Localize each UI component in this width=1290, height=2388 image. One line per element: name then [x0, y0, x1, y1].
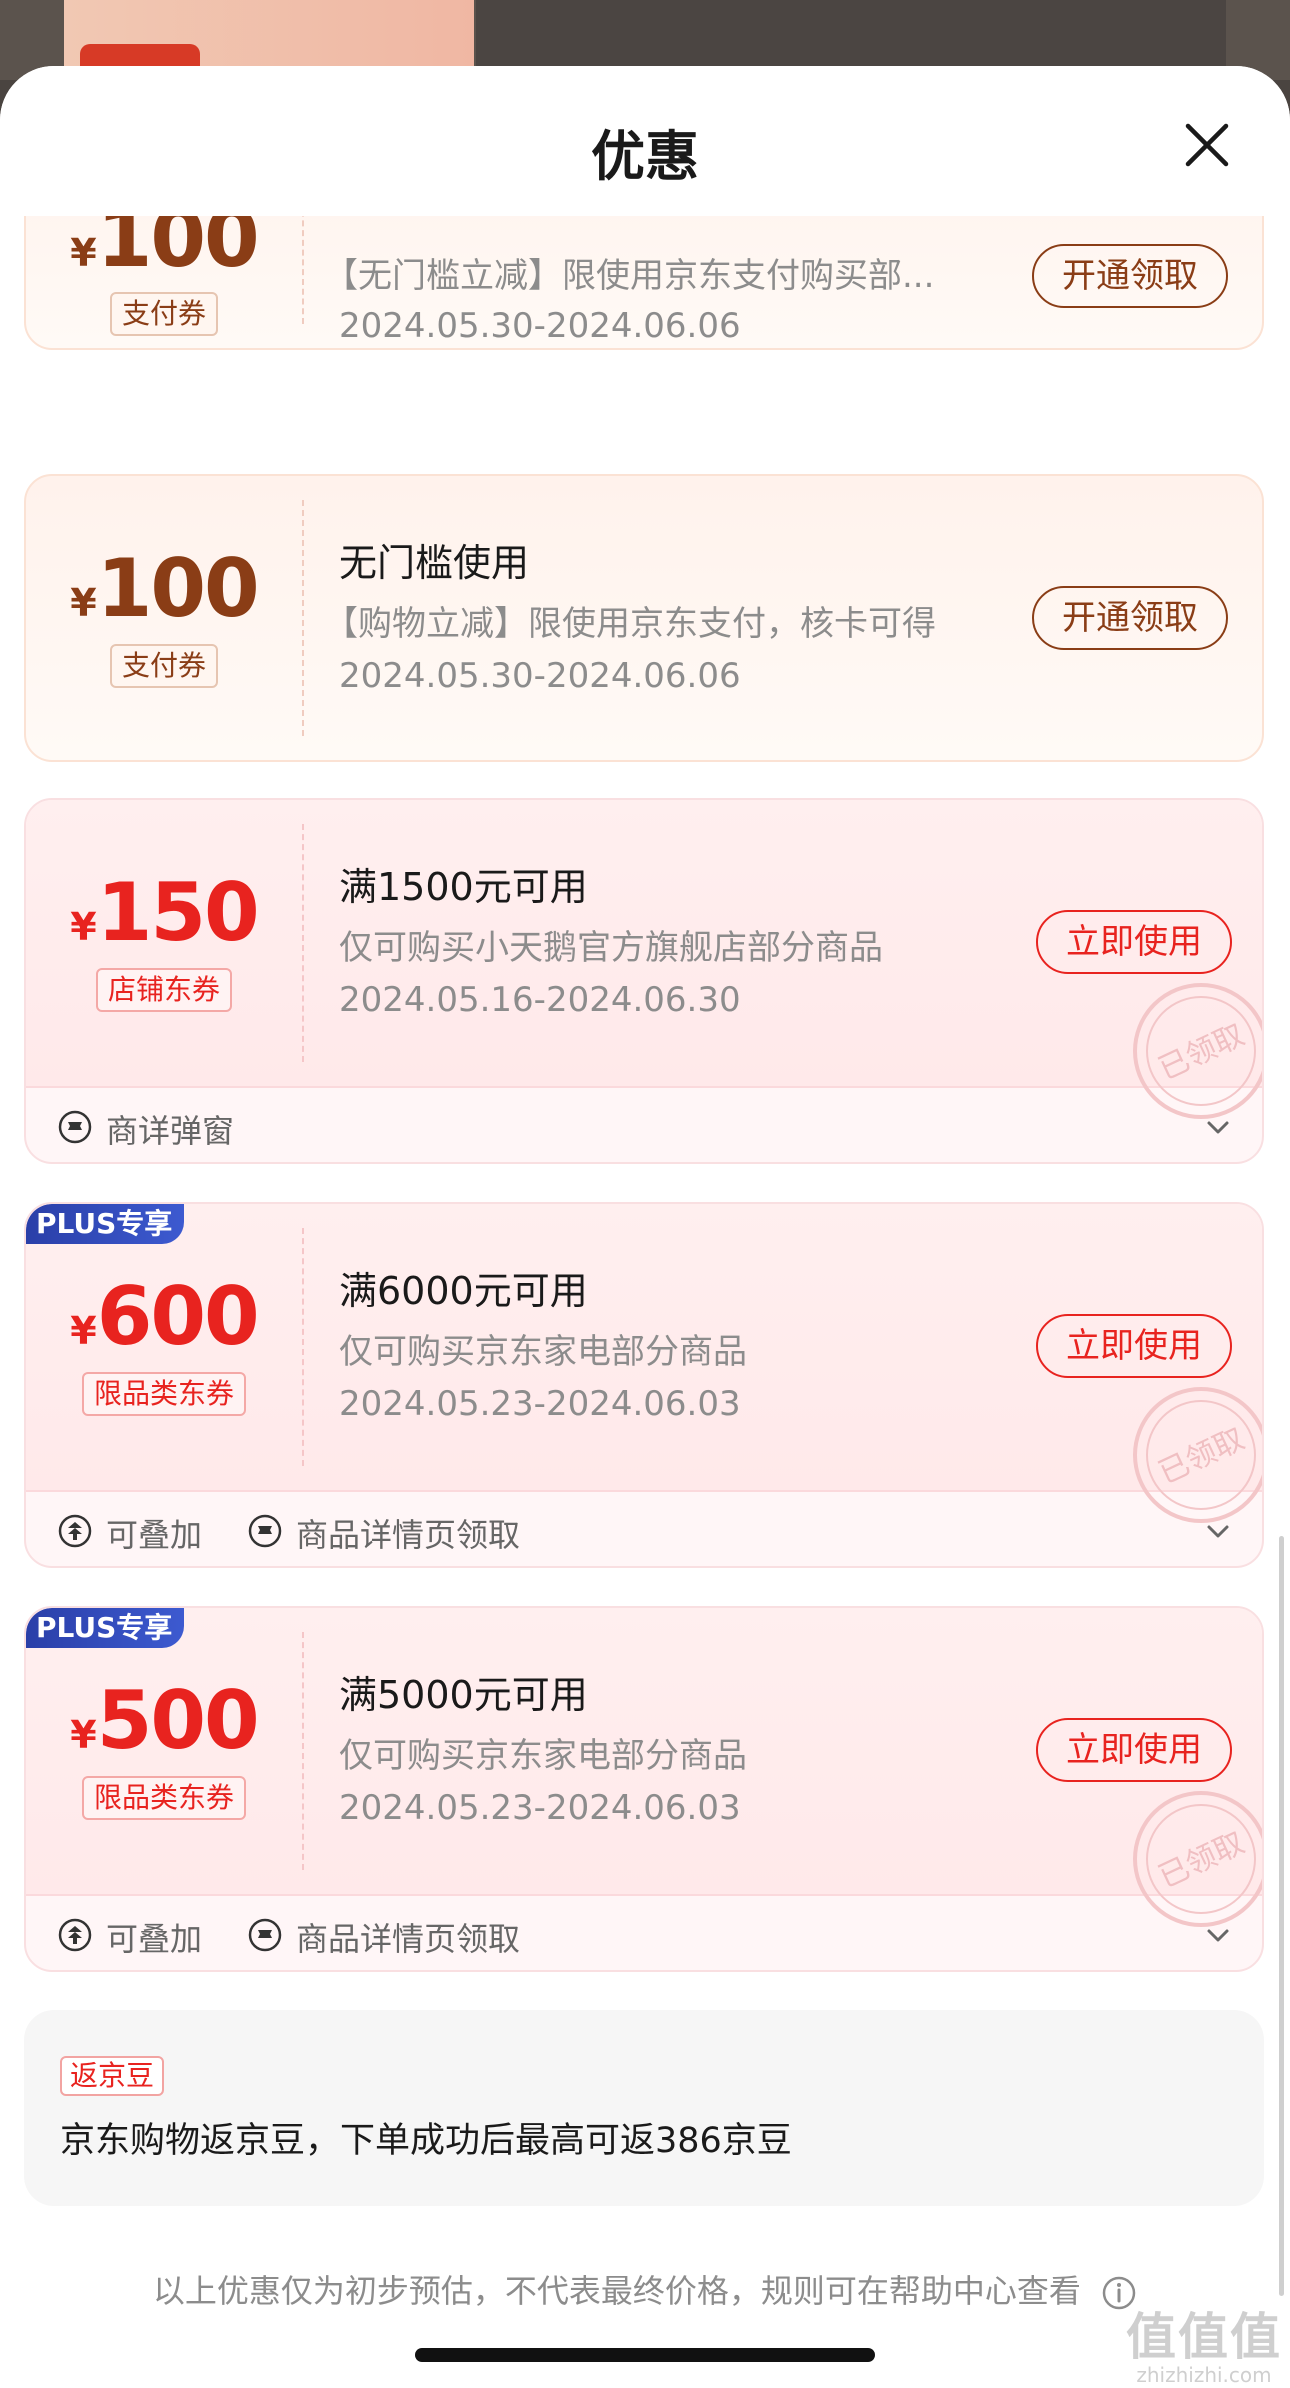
chevron-down-icon[interactable] — [1204, 1921, 1232, 1949]
coupon-dates: 2024.05.30-2024.06.06 — [339, 306, 741, 346]
coupon-dates: 2024.05.23-2024.06.03 — [339, 1384, 741, 1424]
coupon-desc: 【购物立减】限使用京东支付，核卡可得 — [324, 604, 936, 644]
coupon-type-tag: 限品类东券 — [26, 1372, 302, 1416]
svg-text:已领取: 已领取 — [1153, 1825, 1249, 1895]
coupon-desc: 【无门槛立减】限使用京东支付购买部... — [324, 256, 935, 296]
sheet-header: 优惠 — [0, 66, 1290, 216]
coupon-footer[interactable]: 可叠加 商品详情页领取 — [26, 1492, 1262, 1566]
coupon-card-store: ¥150 店铺东券 满1500元可用 仅可购买小天鹅官方旗舰店部分商品 2024… — [24, 798, 1264, 1164]
stackable-label: 可叠加 — [106, 1920, 203, 1958]
use-now-button[interactable]: 立即使用 — [1036, 1314, 1232, 1378]
coupon-title: 满1500元可用 — [339, 865, 588, 909]
coupon-amount: ¥500 — [70, 1674, 259, 1767]
watermark: 值值值 zhizhizhi.com — [1126, 2310, 1282, 2386]
coupon-desc: 仅可购买京东家电部分商品 — [339, 1736, 747, 1776]
coupon-dates: 2024.05.30-2024.06.06 — [339, 656, 741, 696]
svg-text:已领取: 已领取 — [1153, 1421, 1249, 1491]
chevron-down-icon[interactable] — [1204, 1517, 1232, 1545]
watermark-logo: 值值值 — [1126, 2308, 1282, 2366]
coupon-desc: 仅可购买小天鹅官方旗舰店部分商品 — [339, 928, 883, 968]
coupon-source: 商品详情页领取 — [296, 1920, 521, 1958]
coupon-title: 满5000元可用 — [339, 1673, 588, 1717]
close-icon[interactable] — [1180, 118, 1234, 172]
disclaimer-text: 以上优惠仅为初步预估，不代表最终价格，规则可在帮助中心查看 — [152, 2272, 1081, 2310]
coupon-title: 满6000元可用 — [339, 1269, 588, 1313]
coupon-source: 商品详情页领取 — [296, 1516, 521, 1554]
coupon-dates: 2024.05.16-2024.06.30 — [339, 980, 741, 1020]
coupon-amount: ¥150 — [70, 866, 259, 959]
source-icon — [248, 1918, 282, 1952]
activate-claim-button[interactable]: 开通领取 — [1032, 244, 1228, 308]
jingdou-rebate-box: 返京豆 京东购物返京豆，下单成功后最高可返386京豆 — [24, 2010, 1264, 2206]
jingdou-tag: 返京豆 — [60, 2056, 165, 2096]
coupon-card-payment-2: ¥100 支付券 无门槛使用 【购物立减】限使用京东支付，核卡可得 2024.0… — [24, 474, 1264, 762]
sheet-title: 优惠 — [591, 125, 699, 188]
coupon-card-plus-500: PLUS专享 ¥500 限品类东券 满5000元可用 仅可购买京东家电部分商品 … — [24, 1606, 1264, 1972]
home-indicator[interactable] — [415, 2348, 875, 2362]
coupon-footer[interactable]: 可叠加 商品详情页领取 — [26, 1896, 1262, 1970]
coupon-type-tag: 限品类东券 — [26, 1776, 302, 1820]
stack-icon — [58, 1918, 92, 1952]
plus-exclusive-badge: PLUS专享 — [26, 1608, 185, 1648]
disclaimer: 以上优惠仅为初步预估，不代表最终价格，规则可在帮助中心查看 — [0, 2266, 1290, 2312]
coupon-desc: 仅可购买京东家电部分商品 — [339, 1332, 747, 1372]
use-now-button[interactable]: 立即使用 — [1036, 1718, 1232, 1782]
coupon-list[interactable]: ¥100 支付券 【无门槛立减】限使用京东支付购买部... 2024.05.30… — [0, 216, 1290, 2388]
coupon-type-tag: 支付券 — [26, 644, 302, 688]
coupon-amount: ¥100 — [70, 216, 259, 285]
coupon-sheet: 优惠 ¥100 支付券 【无门槛立减】限使用京东支付购买部... 2024.05… — [0, 66, 1290, 2388]
coupon-dates: 2024.05.23-2024.06.03 — [339, 1788, 741, 1828]
coupon-source: 商详弹窗 — [106, 1112, 235, 1150]
activate-claim-button[interactable]: 开通领取 — [1032, 586, 1228, 650]
svg-text:已领取: 已领取 — [1153, 1017, 1249, 1087]
info-icon[interactable] — [1101, 2275, 1137, 2311]
coupon-card-payment-1: ¥100 支付券 【无门槛立减】限使用京东支付购买部... 2024.05.30… — [24, 216, 1264, 350]
coupon-footer[interactable]: 商详弹窗 — [26, 1088, 1262, 1162]
stackable-label: 可叠加 — [106, 1516, 203, 1554]
stack-icon — [58, 1514, 92, 1548]
jingdou-text: 京东购物返京豆，下单成功后最高可返386京豆 — [60, 2121, 792, 2161]
coupon-card-plus-600: PLUS专享 ¥600 限品类东券 满6000元可用 仅可购买京东家电部分商品 … — [24, 1202, 1264, 1568]
coupon-amount: ¥100 — [70, 542, 259, 635]
source-icon — [58, 1110, 92, 1144]
use-now-button[interactable]: 立即使用 — [1036, 910, 1232, 974]
chevron-down-icon[interactable] — [1204, 1113, 1232, 1141]
coupon-amount: ¥600 — [70, 1270, 259, 1363]
coupon-title: 无门槛使用 — [339, 541, 530, 585]
coupon-type-tag: 支付券 — [26, 292, 302, 336]
scrollbar[interactable] — [1279, 1536, 1284, 2296]
source-icon — [248, 1514, 282, 1548]
watermark-url: zhizhizhi.com — [1136, 2363, 1272, 2387]
plus-exclusive-badge: PLUS专享 — [26, 1204, 185, 1244]
coupon-type-tag: 店铺东券 — [26, 968, 302, 1012]
